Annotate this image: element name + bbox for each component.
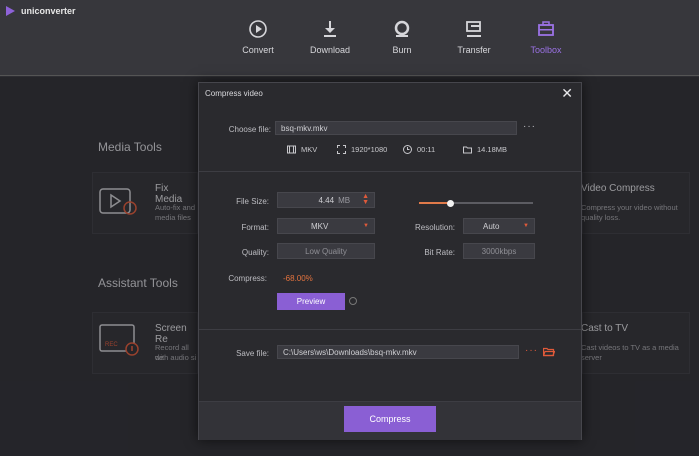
chevron-down-icon: ▼ bbox=[363, 223, 369, 229]
file-size-label: File Size: bbox=[236, 197, 269, 206]
nav-burn[interactable]: Burn bbox=[366, 18, 438, 55]
save-file-input[interactable]: C:\Users\ws\Downloads\bsq-mkv.mkv bbox=[277, 345, 519, 359]
convert-icon bbox=[249, 20, 267, 38]
meta-size: 14.18MB bbox=[463, 145, 507, 154]
nav-burn-label: Burn bbox=[392, 45, 412, 55]
top-bar: uniconverter Convert Download Burn Trans… bbox=[0, 0, 699, 76]
divider-top bbox=[199, 171, 581, 172]
divider-middle bbox=[199, 329, 581, 330]
choose-file-input[interactable]: bsq-mkv.mkv bbox=[275, 121, 517, 135]
resolution-icon bbox=[337, 145, 346, 154]
meta-size-value: 14.18MB bbox=[477, 145, 508, 154]
meta-format-value: MKV bbox=[301, 145, 318, 154]
info-icon[interactable] bbox=[349, 297, 357, 305]
compress-label: Compress: bbox=[228, 274, 267, 283]
save-file-label: Save file: bbox=[236, 349, 269, 358]
clock-icon bbox=[403, 145, 412, 154]
nav-toolbox-label: Toolbox bbox=[530, 45, 562, 55]
app-logo: uniconverter bbox=[6, 6, 76, 16]
meta-resolution: 1920*1080 bbox=[337, 145, 387, 154]
nav-toolbox[interactable]: Toolbox bbox=[510, 18, 582, 55]
toolbox-icon bbox=[538, 21, 554, 36]
file-size-value: 4.44 bbox=[318, 195, 335, 205]
dialog-title: Compress video bbox=[205, 89, 263, 98]
download-icon bbox=[324, 21, 336, 37]
bitrate-label: Bit Rate: bbox=[424, 248, 455, 257]
browse-file-button[interactable]: ··· bbox=[523, 121, 536, 132]
dialog-footer: Compress bbox=[199, 401, 581, 440]
nav-convert[interactable]: Convert bbox=[222, 18, 294, 55]
app-title: uniconverter bbox=[21, 6, 76, 16]
resolution-label: Resolution: bbox=[414, 223, 455, 232]
quality-field: Low Quality bbox=[277, 243, 375, 259]
compress-button[interactable]: Compress bbox=[344, 406, 436, 432]
file-size-stepper[interactable]: ▲ ▼ bbox=[362, 193, 369, 206]
film-icon bbox=[287, 145, 296, 154]
browse-save-button[interactable]: ··· bbox=[525, 345, 538, 356]
format-label: Format: bbox=[241, 223, 269, 232]
nav-download[interactable]: Download bbox=[294, 18, 366, 55]
nav-transfer[interactable]: Transfer bbox=[438, 18, 510, 55]
quality-label: Quality: bbox=[241, 248, 269, 257]
bitrate-field: 3000kbps bbox=[463, 243, 535, 259]
chevron-down-icon: ▼ bbox=[523, 223, 529, 229]
nav-download-label: Download bbox=[309, 45, 351, 55]
folder-icon bbox=[463, 146, 472, 154]
meta-format: MKV bbox=[287, 145, 317, 154]
meta-duration-value: 00:11 bbox=[417, 145, 436, 154]
compress-slider[interactable] bbox=[419, 199, 533, 207]
open-folder-icon[interactable] bbox=[543, 347, 555, 357]
compress-value: -68.00% bbox=[283, 274, 313, 283]
nav-transfer-label: Transfer bbox=[457, 45, 491, 55]
compress-video-dialog: Compress video ✕ Choose file: bsq-mkv.mk… bbox=[198, 82, 582, 440]
meta-resolution-value: 1920*1080 bbox=[351, 145, 388, 154]
slider-knob[interactable] bbox=[447, 199, 455, 207]
transfer-icon bbox=[466, 21, 481, 37]
main-nav: Convert Download Burn Transfer Toolbox bbox=[222, 18, 582, 55]
file-size-unit: MB bbox=[338, 195, 351, 205]
nav-convert-label: Convert bbox=[242, 45, 274, 55]
format-select[interactable]: MKV ▼ bbox=[277, 218, 375, 234]
choose-file-label: Choose file: bbox=[228, 125, 271, 134]
app-window: uniconverter Convert Download Burn Trans… bbox=[0, 0, 699, 456]
resolution-select[interactable]: Auto ▼ bbox=[463, 218, 535, 234]
meta-duration: 00:11 bbox=[403, 145, 435, 154]
resolution-value: Auto bbox=[483, 221, 500, 231]
slider-fill bbox=[419, 202, 451, 204]
burn-icon bbox=[394, 20, 410, 37]
format-value: MKV bbox=[311, 221, 329, 231]
logo-icon bbox=[6, 6, 15, 16]
close-icon[interactable]: ✕ bbox=[561, 85, 573, 102]
preview-button[interactable]: Preview bbox=[277, 293, 345, 310]
file-size-input[interactable]: 4.44 MB ▲ ▼ bbox=[277, 192, 375, 208]
